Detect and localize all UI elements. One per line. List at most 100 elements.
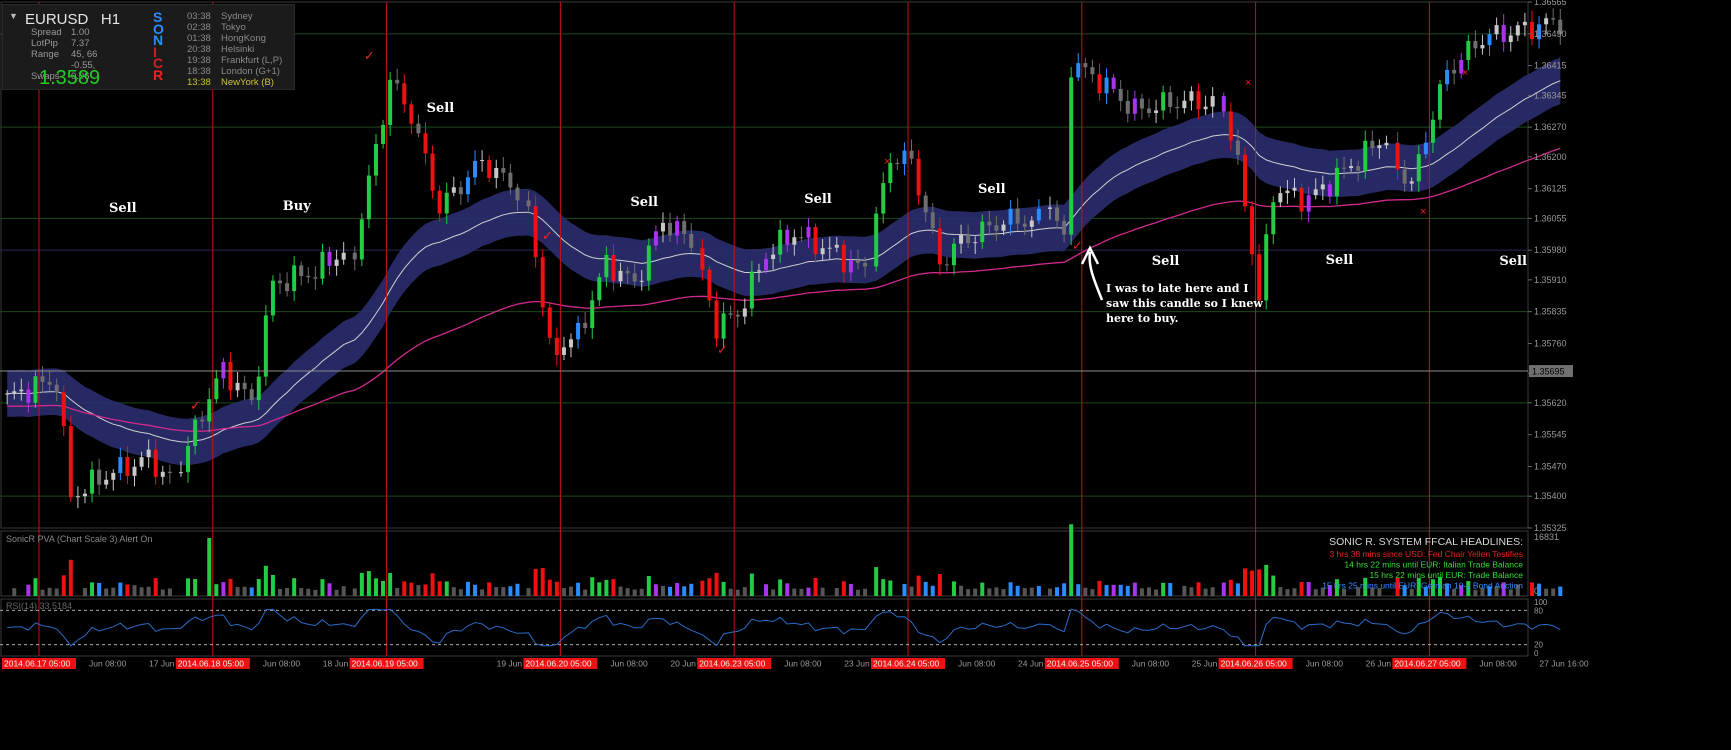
panel-collapse-icon[interactable]: ▼ [9,11,18,21]
annotation-note-line: I was to late here and I [1106,282,1248,295]
signal-label: Sell [1152,254,1180,269]
volume-bar [47,587,52,596]
price-tick-label: 1.35980 [1534,245,1567,255]
volume-bar [561,588,566,596]
candle-body [1334,167,1339,197]
candle-body [742,308,747,317]
cross-icon: × [884,156,890,168]
candle-body [228,361,233,391]
candle-body [423,133,428,154]
checkmark-icon: ✓ [1072,238,1083,253]
volume-bar [1132,582,1137,596]
volume-bar [1001,589,1006,596]
session-name: NewYork (B) [221,77,274,88]
checkmark-icon: ✓ [364,48,375,63]
candle-body [806,227,811,238]
volume-bar [515,583,520,596]
candle-body [341,252,346,260]
volume-bar [1299,582,1304,596]
candle-body [292,265,297,292]
candle-body [799,237,804,239]
volume-bar [1228,579,1233,596]
candle-body [366,175,371,220]
candle-body [576,322,581,340]
candle-body [458,187,463,195]
candle-body [1377,145,1382,149]
candle-body [668,222,673,236]
volume-bar [569,586,574,596]
candle-body [1069,77,1074,235]
volume-bar [714,572,719,596]
candle-body [1257,254,1262,301]
volume-bar [1161,582,1166,596]
candle-body [1278,193,1283,203]
candle-body [1264,234,1269,301]
candle-body [728,313,733,315]
candle-body [682,221,687,234]
checkmark-icon: ✓ [542,228,553,243]
volume-bar [554,581,559,596]
volume-bar [33,578,38,596]
price-tick-label: 1.35545 [1534,430,1567,440]
volume-bar [668,586,673,596]
candle-body [1139,98,1144,109]
volume-bar [1235,583,1240,596]
time-tick-label: 2014.06.20 05:00 [525,659,591,669]
signal-label: Sell [630,195,658,210]
candle-body [221,361,226,379]
chart-canvas[interactable]: 1.36565 1.36490 1.36415 1.36345 1.36270 1.362… [0,0,1731,745]
rsi-level-label: 0 [1534,649,1539,658]
annotation-note-line: saw this candle so I knew [1106,297,1263,310]
candle-body [1320,184,1325,190]
sonic-letter: R [153,66,164,83]
price-tick-label: 1.36345 [1534,90,1567,100]
candle-body [959,235,964,244]
candle-body [270,280,275,316]
volume-bar [494,587,499,596]
volume-bar [104,588,109,596]
volume-bar [1111,584,1116,596]
time-tick-label: 2014.06.17 05:00 [4,659,70,669]
candle-body [104,479,109,485]
volume-bar [82,587,87,596]
volume-bar [1062,583,1067,596]
candle-body [1228,111,1233,141]
volume-bar [480,589,485,596]
volume-bar [278,588,283,596]
volume-scale-top: 16831 [1534,532,1559,542]
volume-bar [1473,589,1478,596]
stat-label: Spread [31,27,62,38]
headline-item: 14 hrs 22 mins until EUR: Italian Trade … [1344,560,1523,570]
volume-bar [771,589,776,596]
candle-body [508,172,513,188]
volume-bar [334,589,339,596]
signal-label: Sell [978,182,1006,197]
volume-bar [533,568,538,596]
candle-body [320,251,325,279]
volume-bar [834,587,839,596]
chart-stage: 1.36565 1.36490 1.36415 1.36345 1.36270 1.362… [0,0,1731,745]
session-name: Tokyo [221,22,246,33]
volume-bar [923,581,928,596]
volume-bar [951,581,956,596]
volume-bar [1076,584,1081,596]
session-row: 18:38 London (G+1) [187,66,280,77]
volume-bar [395,587,400,596]
volume-bar [153,578,158,596]
signal-label: Sell [804,192,832,207]
volume-bar [430,573,435,596]
candle-body [1452,69,1457,74]
volume-bar [813,577,818,596]
candle-body [625,270,630,274]
candle-body [146,449,151,458]
stat-value: 1.00 [71,27,90,38]
candle-body [618,270,623,282]
candle-body [19,389,24,392]
volume-bar [1537,583,1542,596]
volume-bar [423,584,428,596]
chart-background [0,0,1731,745]
candle-body [707,269,712,301]
volume-bar [1292,588,1297,596]
signal-label: Sell [427,101,455,116]
volume-bar [402,581,407,596]
